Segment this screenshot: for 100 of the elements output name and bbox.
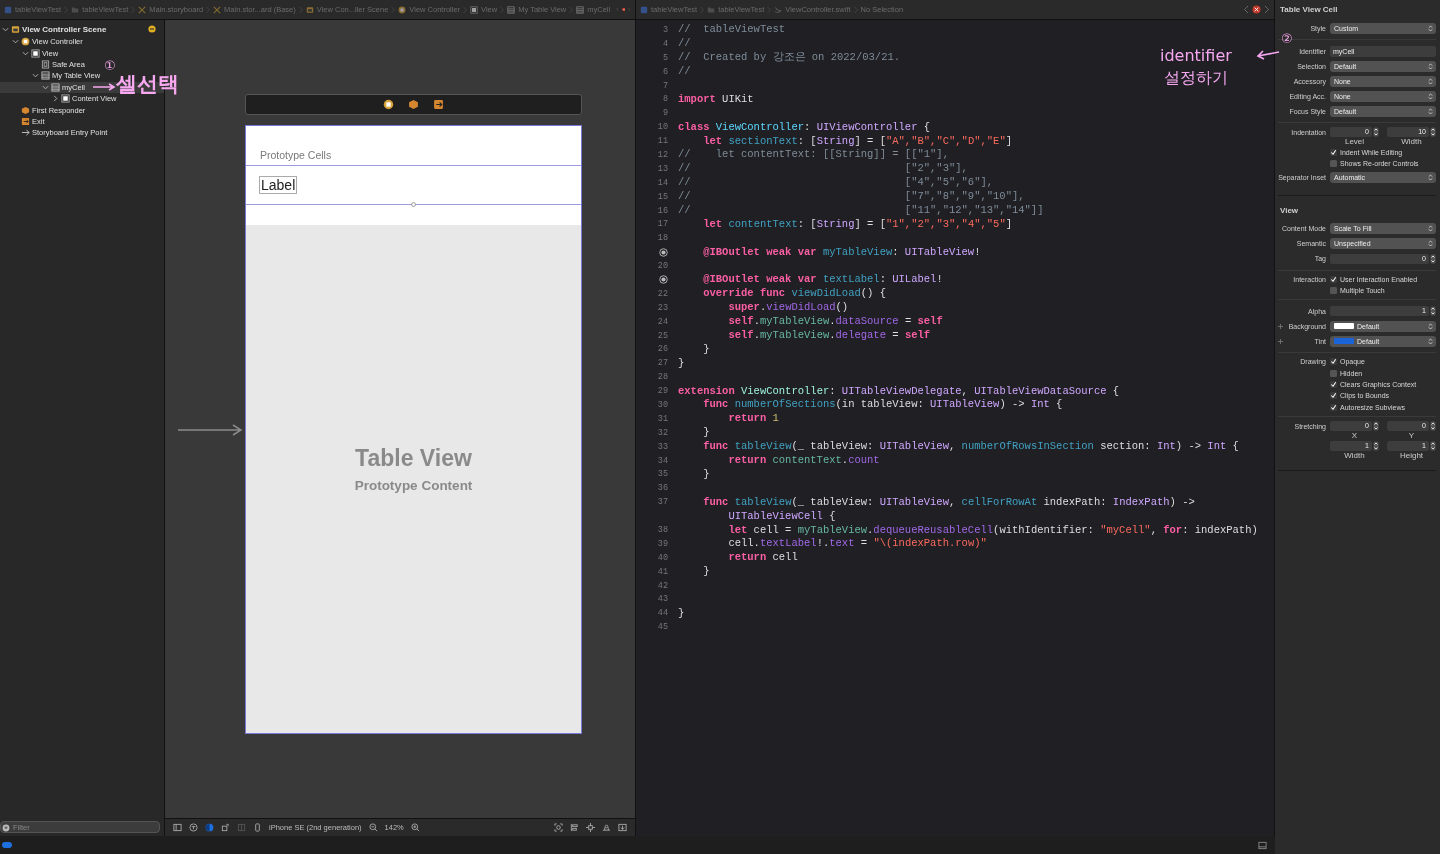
rotate-icon[interactable] — [221, 823, 230, 832]
zoom-in-icon[interactable] — [410, 823, 420, 832]
view-icon — [61, 94, 70, 104]
outline-item[interactable]: View Controller Scene — [2, 24, 107, 34]
line-number: 43 — [657, 594, 668, 605]
table-icon — [41, 71, 50, 81]
line-number: 31 — [657, 413, 668, 424]
embed-icon[interactable] — [618, 823, 627, 832]
updown-icon — [1428, 62, 1433, 70]
line-number: 14 — [657, 177, 668, 188]
line-number: 30 — [657, 400, 668, 410]
line-number: 41 — [657, 566, 668, 577]
stepper-icon[interactable] — [1430, 306, 1436, 317]
code-line: let contentText: [String] = ["1","2","3","4","5"] — [702, 217, 1012, 231]
zoom-out-icon[interactable] — [368, 823, 378, 832]
exit-icon — [21, 116, 30, 126]
sidebar-icon[interactable] — [173, 823, 182, 832]
line-number: 33 — [657, 441, 668, 452]
annotation-text: 셀선택 — [116, 73, 179, 96]
stepper-icon[interactable] — [1373, 127, 1379, 137]
error-icon[interactable] — [1252, 5, 1261, 14]
line-number: 36 — [657, 483, 668, 494]
updown-icon — [1428, 77, 1433, 85]
scene-icon — [305, 5, 314, 14]
fit-icon[interactable] — [554, 823, 563, 832]
outlet-connection-icon[interactable] — [659, 247, 668, 257]
resize-handle-icon[interactable] — [411, 202, 416, 207]
checkbox[interactable] — [1330, 358, 1337, 366]
line-number: 27 — [657, 358, 668, 369]
updown-icon — [1428, 107, 1433, 115]
panel-toggle-icon[interactable] — [1258, 840, 1267, 850]
disclosure-icon[interactable] — [42, 83, 49, 91]
code-line: return 1 — [727, 412, 779, 426]
stepper-icon[interactable] — [1430, 420, 1436, 431]
checkbox[interactable] — [1330, 149, 1337, 157]
view-controller-icon — [21, 37, 30, 47]
table-icon — [507, 5, 516, 14]
phone-icon[interactable] — [253, 823, 262, 832]
code-line: return cell — [727, 551, 798, 565]
back-icon[interactable] — [1243, 5, 1249, 14]
forward-icon[interactable] — [1264, 5, 1270, 14]
code-line: extension ViewController: UITableViewDelegate, UITableViewDataSource { — [678, 384, 1120, 398]
resolve-icon[interactable] — [602, 823, 611, 832]
line-number: 26 — [657, 344, 668, 355]
line-number: 40 — [657, 552, 668, 563]
stepper-icon[interactable] — [1430, 127, 1436, 137]
line-number: 9 — [662, 108, 668, 119]
checkbox[interactable] — [1330, 380, 1337, 388]
disclosure-icon[interactable] — [22, 49, 29, 57]
code-line: // ["4","5","6"], — [678, 176, 994, 190]
disclosure-icon[interactable] — [2, 25, 9, 33]
code-line: // tableViewTest — [678, 23, 786, 37]
stepper-icon[interactable] — [1430, 253, 1436, 264]
checkbox[interactable] — [1330, 275, 1337, 283]
checkbox[interactable] — [1330, 287, 1337, 295]
warning-badge-icon[interactable] — [148, 25, 156, 33]
align-icon[interactable] — [570, 823, 579, 832]
field-caption: X — [1350, 430, 1359, 440]
filter-icon — [2, 824, 10, 832]
arrow-icon — [21, 128, 30, 138]
label-element[interactable]: Label — [259, 176, 298, 194]
section-title: View — [1279, 204, 1300, 217]
line-number: 7 — [662, 80, 668, 91]
code-line: override func viewDidLoad() { — [702, 287, 886, 301]
checkbox[interactable] — [1330, 392, 1337, 400]
code-line: let cell = myTableView.dequeueReusableCell(withIdentifier: "myCell", for: indexPath) — [727, 523, 1258, 537]
code-line: // Created by 강조은 on 2022/03/21. — [678, 51, 901, 65]
disclosure-icon[interactable] — [12, 38, 19, 46]
line-number: 10 — [657, 122, 668, 133]
disclosure-icon[interactable] — [52, 95, 59, 103]
add-variation-icon[interactable] — [1278, 338, 1283, 344]
field-caption: Width — [1343, 450, 1366, 460]
accessibility-icon[interactable] — [189, 823, 198, 832]
code-line: func tableView(_ tableView: UITableView, cellForRowAt indexPath: IndexPath) -> — [702, 495, 1195, 509]
safe-area-icon — [41, 59, 50, 69]
line-number: 45 — [657, 622, 668, 633]
updown-icon — [1428, 92, 1433, 100]
table-icon — [576, 5, 585, 14]
swift-icon — [774, 5, 783, 14]
appearance-icon[interactable] — [205, 823, 214, 832]
exit-icon — [433, 99, 444, 110]
code-line: class ViewController: UIViewController { — [678, 120, 931, 134]
folder-icon — [71, 5, 80, 14]
checkbox[interactable] — [1330, 369, 1337, 377]
cube-icon — [21, 105, 30, 115]
checkbox[interactable] — [1330, 160, 1337, 168]
stepper-icon[interactable] — [1373, 440, 1379, 451]
code-line: // — [678, 37, 691, 51]
line-number: 5 — [662, 52, 668, 63]
view-controller-icon — [383, 99, 394, 110]
pin-icon[interactable] — [586, 823, 595, 832]
outlet-connection-icon[interactable] — [659, 275, 668, 285]
stepper-icon[interactable] — [1373, 420, 1379, 431]
disclosure-icon[interactable] — [32, 72, 39, 80]
line-number: 34 — [657, 455, 668, 466]
code-line: } — [678, 356, 685, 370]
add-variation-icon[interactable] — [1278, 323, 1283, 329]
checkbox[interactable] — [1330, 403, 1337, 411]
stepper-icon[interactable] — [1430, 440, 1436, 451]
placeholder-subtitle: Prototype Content — [354, 478, 473, 493]
